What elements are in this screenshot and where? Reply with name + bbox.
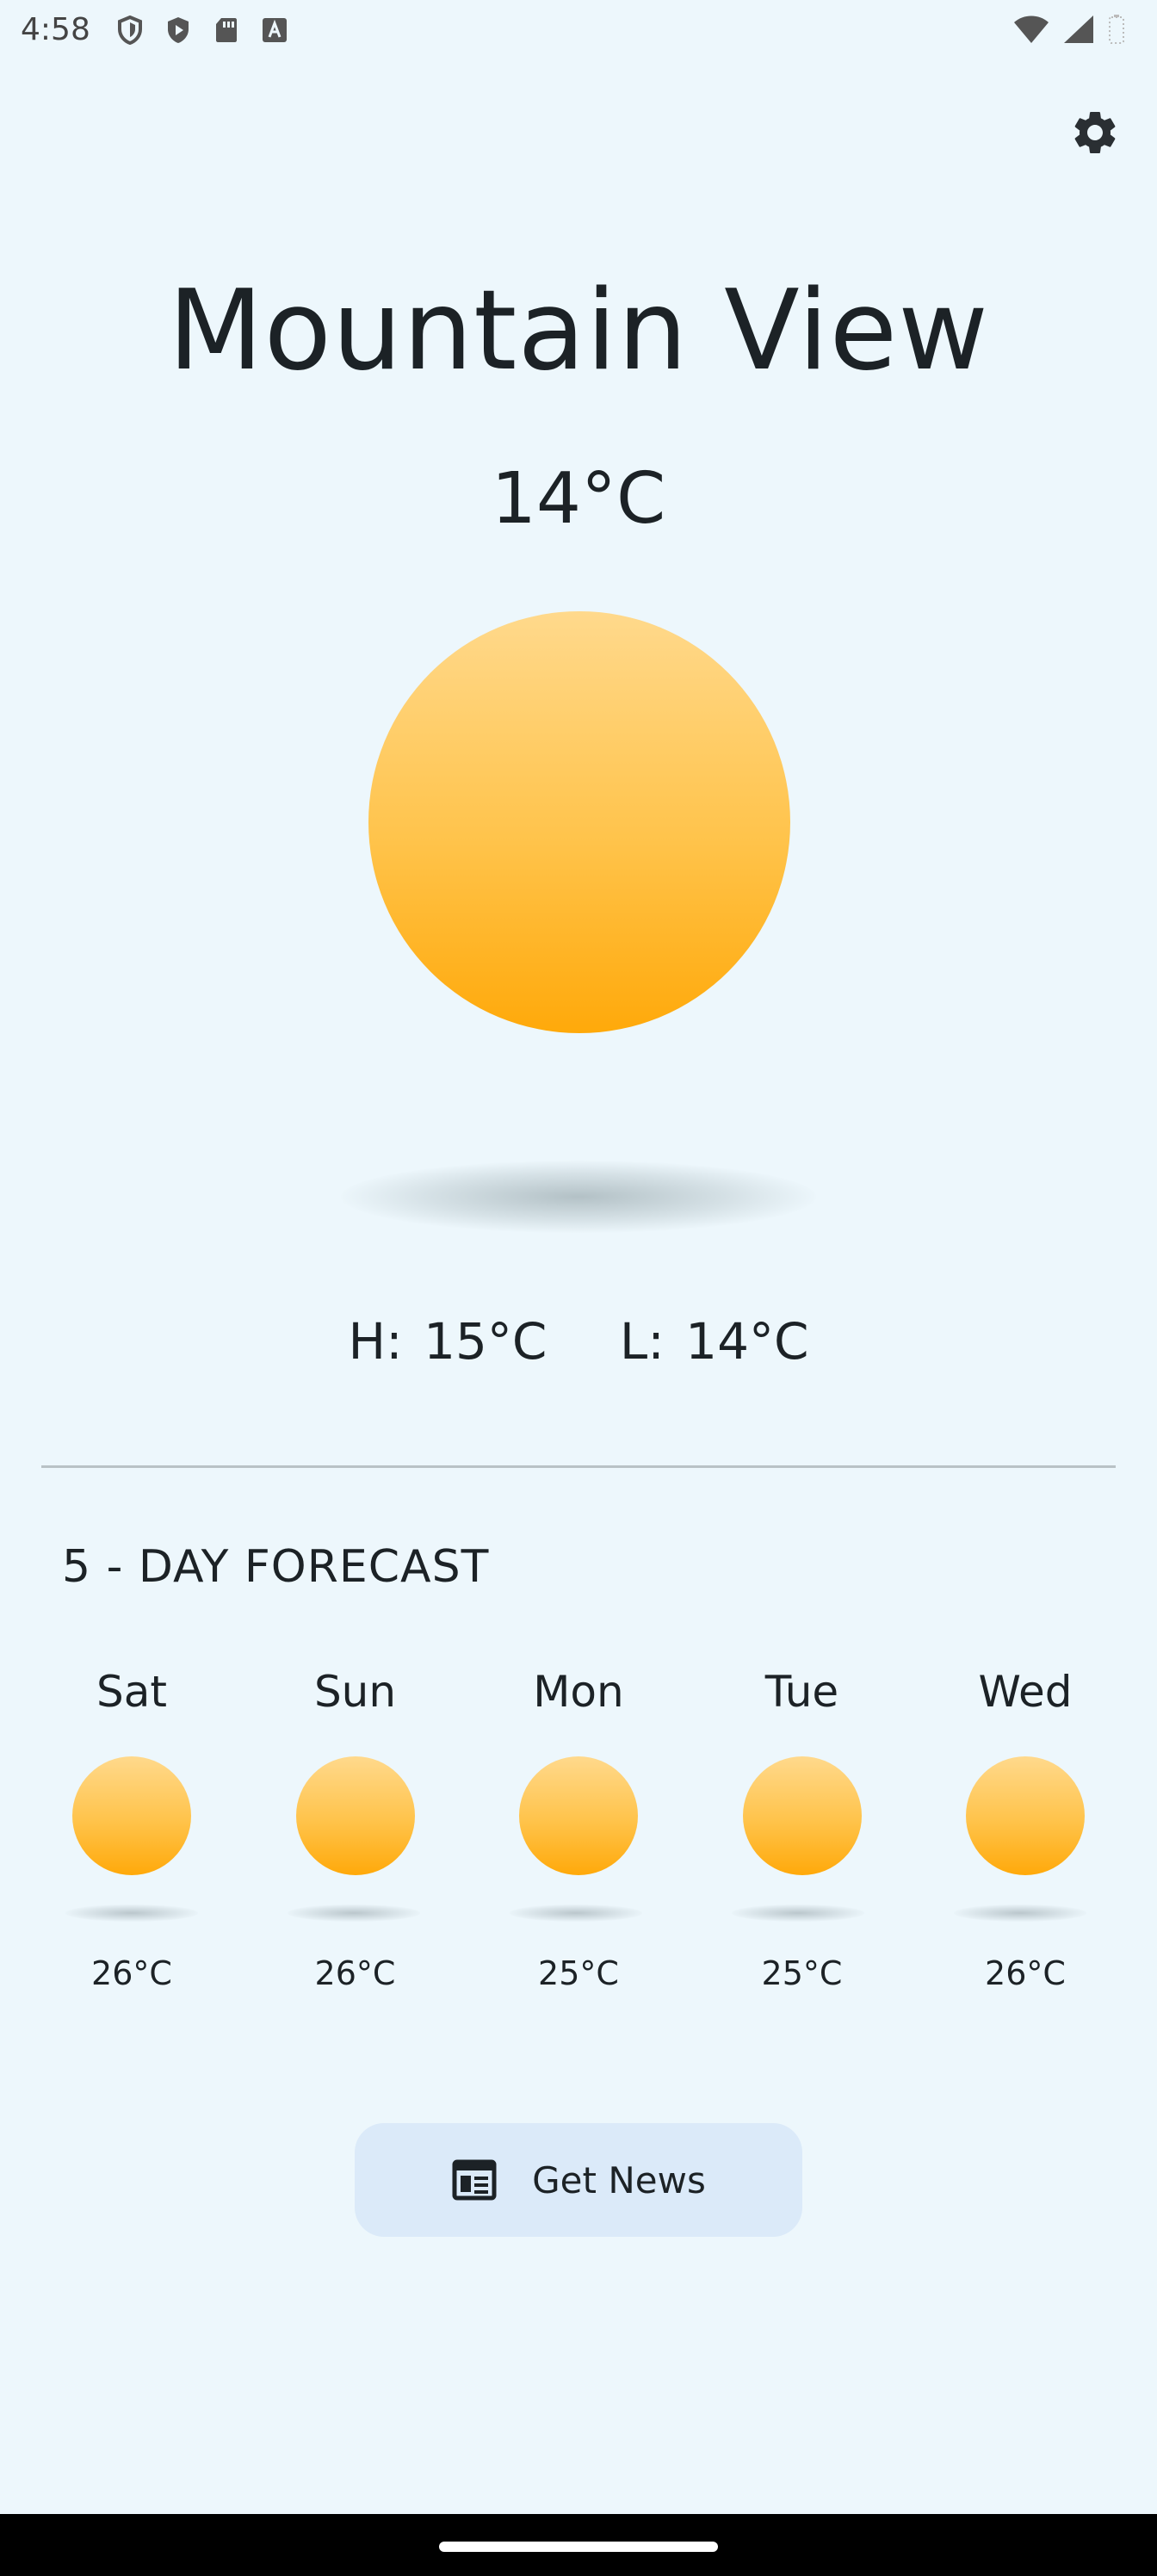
forecast-day: Mon 25°C [467,1653,690,2015]
settings-button[interactable] [1066,105,1124,164]
divider [41,1465,1116,1468]
status-time: 4:58 [21,12,90,47]
city-name: Mountain View [168,267,989,395]
sun-icon [519,1756,638,1875]
newspaper-icon [451,2157,498,2203]
status-bar: 4:58 [0,0,1157,62]
forecast-day-name: Tue [764,1667,839,1717]
forecast-row: Sat 26°C Sun 26°C Mon 25°C Tue 25°C Wed … [21,1653,1136,2015]
forecast-day: Wed 26°C [914,1653,1136,2015]
wifi-icon [1012,14,1050,48]
forecast-day-temp: 26°C [985,1954,1066,1992]
home-handle[interactable] [439,2542,718,2552]
sd-card-icon [210,14,243,46]
high-low-temperatures: H: 15°C L: 14°C [0,1312,1157,1371]
weather-screen: 4:58 Mountain View 14°C H: 15°C L: 14°C … [0,0,1157,2576]
forecast-day-temp: 25°C [761,1954,843,1992]
get-news-label: Get News [532,2158,706,2201]
sun-icon [368,611,790,1033]
forecast-title: 5 - DAY FORECAST [62,1541,490,1593]
current-temperature: 14°C [491,458,666,540]
forecast-sun-shadow [288,1904,420,1922]
status-icons-right [1012,14,1126,48]
font-icon [258,14,291,46]
sun-icon [295,1756,415,1875]
play-shield-icon [162,14,195,46]
forecast-day-temp: 26°C [314,1954,396,1992]
forecast-sun-shadow [510,1904,642,1922]
gear-icon [1069,107,1121,162]
forecast-day: Sat 26°C [21,1653,243,2015]
high-temperature: H: 15°C [348,1312,548,1371]
forecast-sun-shadow [954,1904,1086,1922]
forecast-day-temp: 26°C [91,1954,172,1992]
forecast-day-name: Sat [96,1667,167,1717]
sun-icon [72,1756,191,1875]
get-news-button[interactable]: Get News [355,2123,802,2237]
forecast-day: Tue 25°C [691,1653,913,2015]
forecast-day-temp: 25°C [538,1954,619,1992]
sun-icon [742,1756,862,1875]
forecast-day-name: Wed [978,1667,1073,1717]
signal-icon [1062,14,1095,48]
status-icons-left [114,14,291,46]
sun-icon [966,1756,1085,1875]
forecast-day-name: Sun [313,1667,397,1717]
forecast-day: Sun 26°C [244,1653,467,2015]
sun-shadow [341,1161,816,1233]
forecast-sun-shadow [65,1904,198,1922]
low-temperature: L: 14°C [619,1312,809,1371]
shield-icon [114,14,146,46]
forecast-sun-shadow [732,1904,864,1922]
forecast-day-name: Mon [533,1667,624,1717]
battery-icon [1107,14,1126,48]
